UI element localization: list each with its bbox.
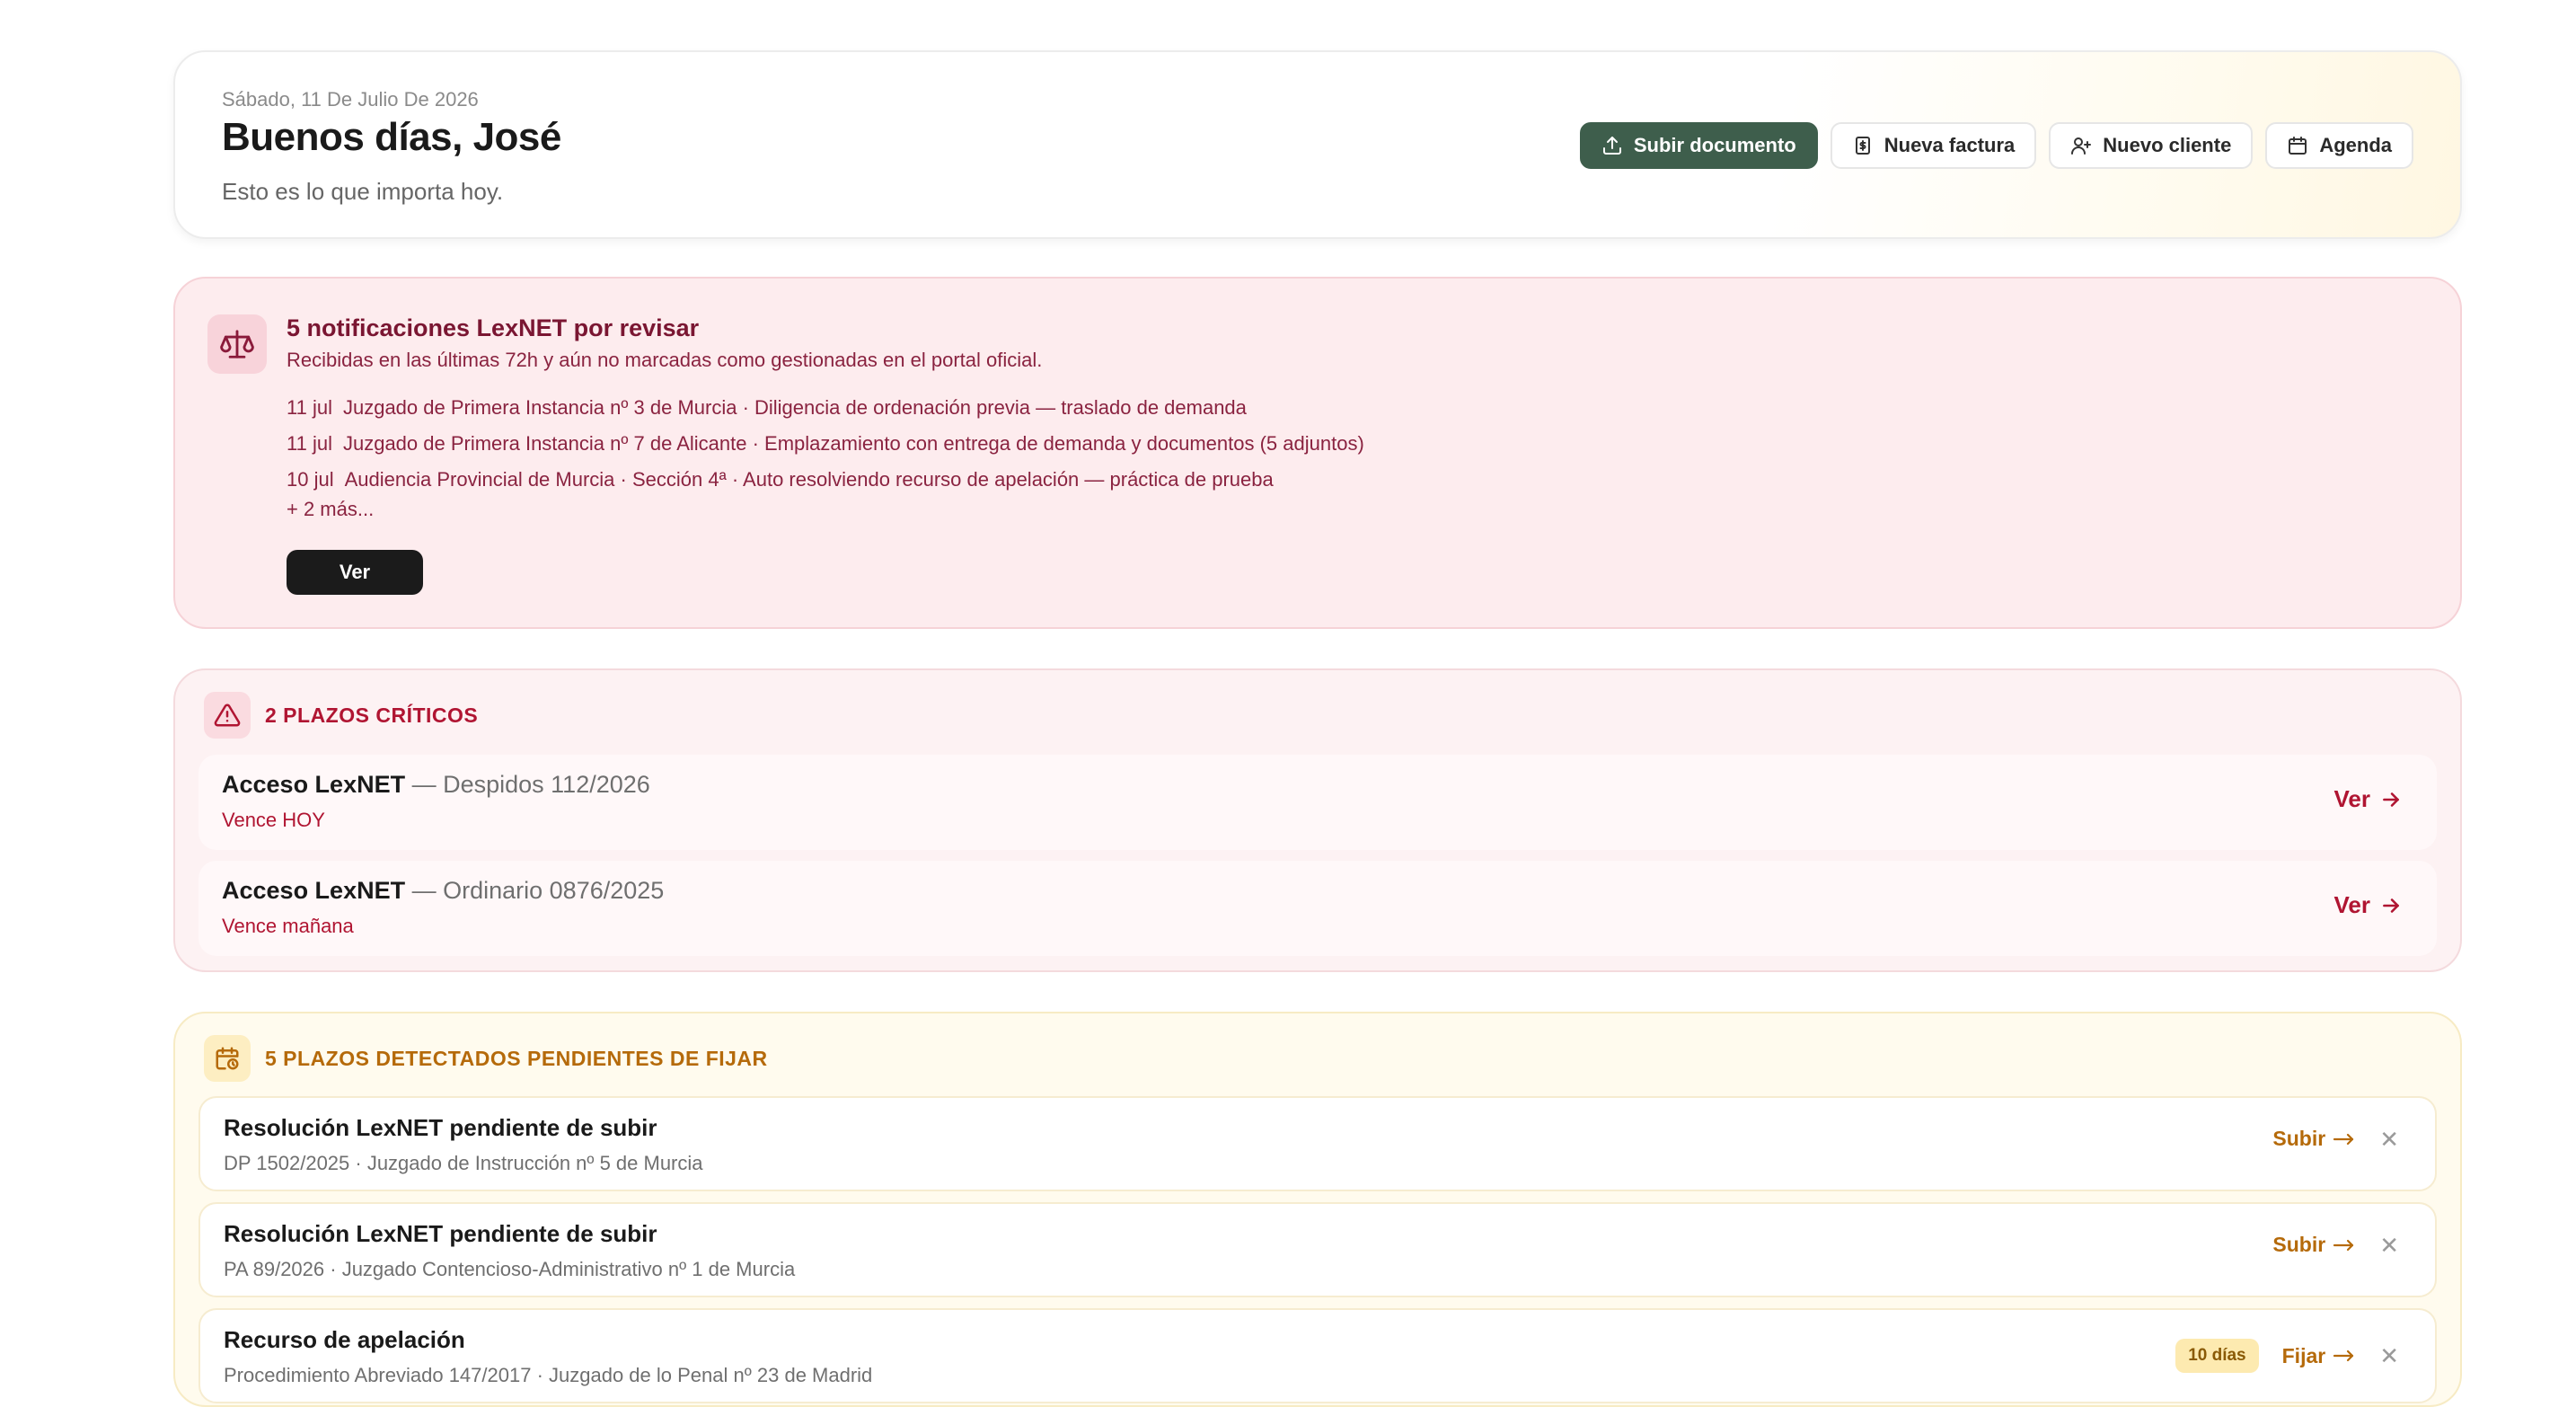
lexnet-list: 11 jul Juzgado de Primera Instancia nº 3 …: [287, 390, 1364, 498]
pending-deadlines-panel: 5 PLAZOS DETECTADOS PENDIENTES DE FIJAR …: [173, 1012, 2462, 1407]
calendar-clock-icon: [216, 1047, 239, 1070]
lexnet-item[interactable]: 10 jul Audiencia Provincial de Murcia · S…: [287, 462, 1364, 498]
greeting-subtitle: Esto es lo que importa hoy.: [222, 178, 504, 205]
pending-row-title: Recurso de apelación: [224, 1326, 465, 1353]
pending-row[interactable]: Resolución LexNET pendiente de subir DP …: [198, 1096, 2437, 1191]
greeting-card: Sábado, 11 De Julio De 2026 Buenos días,…: [173, 50, 2462, 239]
agenda-button[interactable]: Agenda: [2265, 122, 2413, 169]
critical-icon-box: [204, 692, 251, 739]
critical-row-name: Acceso LexNET: [222, 771, 406, 798]
upload-document-button[interactable]: Subir documento: [1579, 122, 1818, 169]
pending-row-sub: PA 89/2026 · Juzgado Contencioso-Adminis…: [224, 1258, 796, 1280]
lexnet-title: 5 notificaciones LexNET por revisar: [287, 314, 700, 341]
lexnet-subtitle: Recibidas en las últimas 72h y aún no ma…: [287, 349, 1043, 371]
lexnet-item-text: Juzgado de Primera Instancia nº 7 de Ali…: [342, 432, 1364, 455]
lexnet-item-text: Juzgado de Primera Instancia nº 3 de Mur…: [342, 396, 1247, 419]
upload-icon: [1602, 137, 1621, 155]
long-arrow-right-icon: [2333, 1133, 2354, 1145]
lexnet-more-link[interactable]: + 2 más...: [287, 498, 374, 521]
dismiss-icon[interactable]: ✕: [2379, 1128, 2399, 1151]
greeting-title: Buenos días, José: [222, 115, 561, 159]
pending-row-actions: 10 días Fijar ✕: [2175, 1339, 2399, 1373]
new-client-label: Nuevo cliente: [2103, 134, 2232, 156]
pending-row-sub: DP 1502/2025 · Juzgado de Instrucción nº…: [224, 1152, 703, 1174]
new-invoice-button[interactable]: Nueva factura: [1830, 122, 2037, 169]
dashboard-content: Sábado, 11 De Julio De 2026 Buenos días,…: [173, 50, 2462, 1407]
upload-document-label: Subir documento: [1633, 134, 1796, 156]
critical-row-due: Vence mañana: [222, 915, 354, 937]
upload-action-label: Subir: [2272, 1233, 2326, 1256]
critical-row-view-link[interactable]: Ver: [2334, 785, 2404, 813]
days-badge: 10 días: [2175, 1339, 2259, 1373]
dashboard-page: Sábado, 11 De Julio De 2026 Buenos días,…: [0, 0, 2576, 1407]
critical-row-title: Acceso LexNET — Ordinario 0876/2025: [222, 877, 664, 905]
warning-icon: [214, 704, 241, 727]
critical-row-name: Acceso LexNET: [222, 877, 406, 904]
critical-row[interactable]: Acceso LexNET — Ordinario 0876/2025 Venc…: [198, 861, 2437, 956]
critical-heading: 2 PLAZOS CRÍTICOS: [204, 692, 478, 739]
arrow-right-icon: [2383, 792, 2399, 807]
critical-row[interactable]: Acceso LexNET — Despidos 112/2026 Vence …: [198, 755, 2437, 850]
scales-icon: [220, 330, 254, 358]
pending-row-title: Resolución LexNET pendiente de subir: [224, 1114, 657, 1141]
critical-deadlines-panel: 2 PLAZOS CRÍTICOS Acceso LexNET — Despid…: [173, 668, 2462, 972]
invoice-icon: [1855, 137, 1870, 155]
long-arrow-right-icon: [2333, 1349, 2354, 1362]
critical-row-detail: — Despidos 112/2026: [411, 771, 650, 798]
quick-actions: Subir documento Nueva factura Nuevo clie…: [1579, 122, 2413, 169]
fix-action-link[interactable]: Fijar: [2282, 1344, 2357, 1368]
critical-row-due: Vence HOY: [222, 809, 325, 831]
pending-row[interactable]: Resolución LexNET pendiente de subir PA …: [198, 1202, 2437, 1297]
lexnet-item-date: 11 jul: [287, 396, 332, 419]
lexnet-item[interactable]: 11 jul Juzgado de Primera Instancia nº 3 …: [287, 390, 1364, 426]
long-arrow-right-icon: [2333, 1239, 2354, 1251]
upload-action-link[interactable]: Subir: [2272, 1127, 2356, 1151]
calendar-icon: [2289, 137, 2307, 155]
current-date: Sábado, 11 De Julio De 2026: [222, 88, 479, 111]
new-client-button[interactable]: Nuevo cliente: [2049, 122, 2254, 169]
lexnet-icon-box: [207, 314, 267, 374]
pending-row-actions: Subir ✕: [2272, 1127, 2399, 1151]
pending-row-title: Resolución LexNET pendiente de subir: [224, 1220, 657, 1247]
pending-icon-box: [204, 1035, 251, 1082]
lexnet-view-button[interactable]: Ver: [287, 550, 423, 595]
agenda-label: Agenda: [2319, 134, 2392, 156]
pending-row[interactable]: Recurso de apelación Procedimiento Abrev…: [198, 1308, 2437, 1403]
lexnet-item-date: 10 jul: [287, 468, 334, 491]
lexnet-notifications-panel: 5 notificaciones LexNET por revisar Reci…: [173, 277, 2462, 629]
arrow-right-icon: [2383, 898, 2399, 913]
new-invoice-label: Nueva factura: [1883, 134, 2016, 156]
lexnet-item-date: 11 jul: [287, 432, 332, 455]
lexnet-item-text: Audiencia Provincial de Murcia · Sección…: [344, 468, 1274, 491]
lexnet-item[interactable]: 11 jul Juzgado de Primera Instancia nº 7 …: [287, 426, 1364, 462]
pending-row-sub: Procedimiento Abreviado 147/2017 · Juzga…: [224, 1364, 873, 1386]
upload-action-label: Subir: [2272, 1127, 2326, 1150]
dismiss-icon[interactable]: ✕: [2379, 1344, 2399, 1367]
dismiss-icon[interactable]: ✕: [2379, 1234, 2399, 1257]
user-plus-icon: [2071, 137, 2092, 155]
critical-heading-text: 2 PLAZOS CRÍTICOS: [265, 703, 479, 727]
pending-heading: 5 PLAZOS DETECTADOS PENDIENTES DE FIJAR: [204, 1035, 768, 1082]
critical-row-view-label: Ver: [2333, 785, 2371, 812]
upload-action-link[interactable]: Subir: [2272, 1233, 2356, 1257]
pending-heading-text: 5 PLAZOS DETECTADOS PENDIENTES DE FIJAR: [265, 1046, 768, 1070]
pending-row-actions: Subir ✕: [2272, 1233, 2399, 1257]
critical-row-view-link[interactable]: Ver: [2334, 891, 2404, 919]
fix-action-label: Fijar: [2281, 1343, 2326, 1367]
critical-row-view-label: Ver: [2333, 891, 2371, 918]
critical-row-detail: — Ordinario 0876/2025: [411, 877, 665, 904]
critical-row-title: Acceso LexNET — Despidos 112/2026: [222, 771, 650, 799]
